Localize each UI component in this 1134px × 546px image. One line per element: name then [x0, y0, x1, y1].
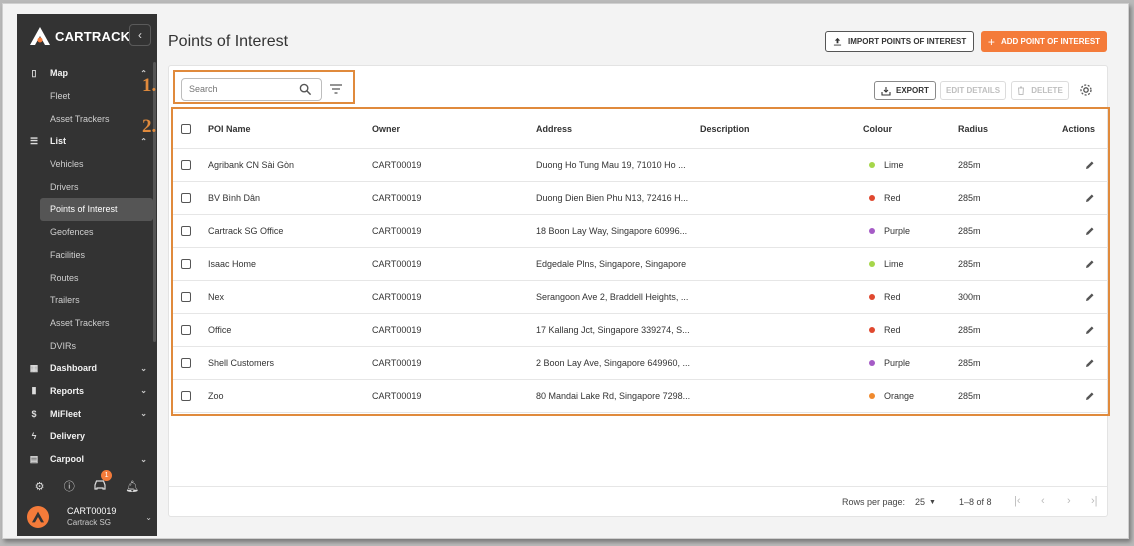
sidebar-scrollbar[interactable]	[153, 62, 156, 342]
sidebar-item-asset-trackers[interactable]: Asset Trackers	[17, 107, 157, 130]
page-title: Points of Interest	[168, 33, 289, 50]
download-icon	[881, 86, 891, 96]
dropdown-arrow-icon: ▼	[929, 498, 936, 506]
chevron-down-icon: ⌄	[140, 363, 147, 373]
sidebar-item-label: Points of Interest	[50, 204, 118, 215]
annotation-label-2: 2.	[142, 116, 157, 137]
user-account: CART00019	[67, 506, 117, 516]
annotation-label-1: 1.	[142, 75, 157, 96]
rows-per-page-select[interactable]: 25 ▼	[915, 497, 936, 507]
sidebar-item-facilities[interactable]: Facilities	[17, 244, 157, 267]
export-button[interactable]: EXPORT	[874, 81, 936, 100]
first-page-icon[interactable]: |‹	[1014, 495, 1021, 507]
cartrack-logo-icon	[30, 27, 50, 45]
collapse-sidebar-button[interactable]: ‹	[129, 24, 151, 46]
sidebar-item-mifleet[interactable]: $ MiFleet ⌄	[17, 402, 157, 425]
sidebar-item-drivers[interactable]: Drivers	[17, 175, 157, 198]
bar-chart-icon: ▮	[31, 385, 37, 396]
bolt-icon: ϟ	[31, 431, 37, 442]
chevron-down-icon: ⌄	[140, 409, 147, 419]
bell-icon[interactable]: 🔔︎	[125, 480, 139, 493]
sidebar-item-routes[interactable]: Routes	[17, 266, 157, 289]
chevron-left-icon: ‹	[138, 28, 142, 42]
last-page-icon[interactable]: ›|	[1091, 495, 1098, 507]
edit-details-button[interactable]: EDIT DETAILS	[940, 81, 1007, 100]
sidebar-item-delivery[interactable]: ϟ Delivery	[17, 425, 157, 448]
sidebar-item-label: Asset Trackers	[50, 113, 110, 124]
sidebar-item-fleet[interactable]: Fleet	[17, 85, 157, 108]
sidebar-item-label: Vehicles	[50, 159, 84, 170]
help-icon[interactable]: ⓘ	[64, 478, 75, 494]
prev-page-icon[interactable]: ‹	[1041, 495, 1045, 507]
delete-button[interactable]: DELETE	[1011, 81, 1069, 100]
rows-per-page-value: 25	[915, 497, 926, 507]
sidebar-item-label: Facilities	[50, 249, 86, 260]
highlight-box-search	[173, 70, 355, 104]
delete-label: DELETE	[1031, 86, 1063, 95]
sidebar-bottom-icons: ⚙ ⓘ 1 🔔︎	[17, 470, 157, 496]
sidebar-item-dashboard[interactable]: ▦ Dashboard ⌄	[17, 357, 157, 380]
table-settings-icon[interactable]	[1079, 83, 1093, 97]
sidebar-item-label: DVIRs	[50, 340, 77, 351]
export-label: EXPORT	[896, 86, 929, 95]
app-window: CARTRACK ‹ ▯ Map ⌃ Fleet Asset Trackers ☰ List…	[2, 3, 1129, 539]
sidebar-item-vehicles[interactable]: Vehicles	[17, 153, 157, 176]
list-icon: ☰	[29, 135, 39, 146]
sidebar-item-dvirs[interactable]: DVIRs	[17, 334, 157, 357]
dashboard-icon: ▦	[29, 362, 39, 373]
upload-icon	[833, 37, 842, 46]
highlight-box-table	[171, 107, 1110, 416]
sidebar: CARTRACK ‹ ▯ Map ⌃ Fleet Asset Trackers ☰ List…	[17, 14, 157, 536]
map-icon: ▯	[31, 67, 37, 78]
chevron-down-icon: ⌄	[140, 454, 147, 464]
notification-badge: 1	[101, 470, 113, 481]
brand-name: CARTRACK	[55, 28, 131, 44]
sidebar-item-label: Carpool	[50, 454, 85, 465]
sidebar-item-carpool[interactable]: ▤ Carpool ⌄	[17, 448, 157, 471]
sidebar-item-label: Trailers	[50, 295, 80, 306]
sidebar-item-label: Dashboard	[50, 363, 98, 374]
pagination-bar: Rows per page: 25 ▼ 1–8 of 8 |‹ ‹ › ›|	[169, 486, 1107, 516]
sidebar-item-geofences[interactable]: Geofences	[17, 221, 157, 244]
import-poi-button[interactable]: IMPORT POINTS OF INTEREST	[825, 31, 975, 52]
import-poi-label: IMPORT POINTS OF INTEREST	[848, 37, 967, 46]
sidebar-item-reports[interactable]: ▮ Reports ⌄	[17, 380, 157, 403]
sidebar-item-asset-trackers[interactable]: Asset Trackers	[17, 312, 157, 335]
plus-icon: +	[987, 34, 995, 49]
add-poi-button[interactable]: + ADD POINT OF INTEREST	[981, 31, 1107, 52]
add-poi-label: ADD POINT OF INTEREST	[1000, 37, 1101, 46]
edit-details-label: EDIT DETAILS	[946, 86, 1001, 95]
settings-icon[interactable]: ⚙	[35, 480, 45, 493]
sidebar-item-label: Routes	[50, 272, 79, 283]
sidebar-item-map[interactable]: ▯ Map ⌃	[17, 62, 157, 85]
sidebar-item-label: Geofences	[50, 227, 94, 238]
rows-per-page-label: Rows per page:	[842, 497, 906, 507]
sidebar-item-label: Fleet	[50, 91, 71, 102]
user-menu[interactable]: CART00019 Cartrack SG ⌄	[27, 502, 152, 532]
chevron-down-icon: ⌄	[140, 386, 147, 396]
sidebar-item-label: Asset Trackers	[50, 317, 110, 328]
sidebar-item-label: Map	[50, 68, 68, 79]
sidebar-item-points-of-interest[interactable]: Points of Interest	[40, 198, 153, 221]
pagination-range: 1–8 of 8	[959, 497, 992, 507]
brand-logo[interactable]: CARTRACK	[29, 26, 130, 46]
cartrack-avatar-icon	[32, 511, 44, 523]
sidebar-item-list[interactable]: ☰ List ⌃	[17, 130, 157, 153]
sidebar-item-label: MiFleet	[50, 408, 82, 419]
avatar	[27, 506, 49, 528]
car-alert-icon[interactable]: 1	[94, 470, 113, 493]
sidebar-item-label: List	[50, 136, 67, 147]
chevron-up-icon: ⌃	[140, 136, 147, 146]
sidebar-item-trailers[interactable]: Trailers	[17, 289, 157, 312]
dollar-icon: $	[31, 408, 37, 419]
calendar-icon: ▤	[29, 453, 39, 464]
user-company: Cartrack SG	[67, 518, 112, 527]
sidebar-item-label: Delivery	[50, 431, 86, 442]
sidebar-item-label: Drivers	[50, 181, 79, 192]
sidebar-nav: ▯ Map ⌃ Fleet Asset Trackers ☰ List ⌃ Vehicles Dr…	[17, 62, 157, 470]
chevron-down-icon: ⌄	[145, 512, 152, 522]
trash-icon	[1018, 86, 1025, 95]
sidebar-item-label: Reports	[50, 385, 85, 396]
next-page-icon[interactable]: ›	[1067, 495, 1071, 507]
